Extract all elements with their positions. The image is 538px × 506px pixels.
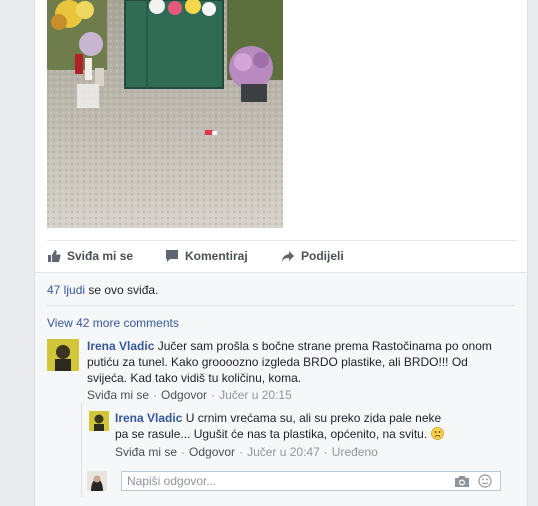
likes-count-link[interactable]: 47 ljudi — [47, 283, 85, 297]
comment-icon — [166, 250, 178, 262]
post-photo[interactable] — [47, 0, 283, 228]
share-button[interactable]: Podijeli — [281, 249, 344, 263]
comments-section: 47 ljudi se ovo sviđa. View 42 more comm… — [35, 272, 527, 506]
meta-separator: · — [153, 388, 158, 402]
comment-author[interactable]: Irena Vladic — [87, 339, 154, 353]
comment-timestamp[interactable]: Jučer u 20:15 — [219, 388, 292, 402]
comment-button[interactable]: Komentiraj — [165, 249, 248, 263]
reply-body: Irena Vladic U crnim vrećama su, ali su … — [115, 410, 445, 442]
comment-meta: Sviđa mi se · Odgovor · Jučer u 20:15 — [87, 388, 292, 402]
like-button[interactable]: Sviđa mi se — [47, 249, 133, 263]
meta-separator: · — [181, 445, 186, 459]
meta-separator: · — [211, 388, 216, 402]
avatar[interactable] — [87, 471, 107, 491]
reply-author[interactable]: Irena Vladic — [115, 411, 182, 425]
avatar-image — [89, 411, 109, 431]
avatar-image — [47, 339, 79, 371]
comment-label: Komentiraj — [185, 249, 248, 263]
comment-body: Irena Vladic Jučer sam prošla s bočne st… — [87, 338, 507, 386]
likes-summary: 47 ljudi se ovo sviđa. — [47, 283, 158, 297]
memorial-photo-image — [47, 0, 283, 228]
sad-face-emoji-icon — [430, 427, 444, 440]
view-more-comments-link[interactable]: View 42 more comments — [47, 316, 179, 330]
avatar[interactable] — [89, 411, 109, 431]
avatar[interactable] — [47, 339, 79, 371]
reply-thread-line — [81, 403, 82, 497]
share-arrow-icon — [282, 251, 294, 262]
current-user-avatar-image — [87, 471, 107, 491]
meta-separator: · — [239, 445, 244, 459]
reply-input-container — [121, 471, 501, 491]
likes-suffix: se ovo sviđa. — [85, 283, 159, 297]
comment-reply-link[interactable]: Odgovor — [161, 388, 207, 402]
post-action-bar: Sviđa mi se Komentiraj Podijeli — [47, 240, 517, 272]
reply-input[interactable] — [122, 472, 442, 490]
camera-icon[interactable] — [454, 474, 470, 488]
edited-link[interactable]: Uređeno — [332, 445, 378, 459]
reply-reply-link[interactable]: Odgovor — [189, 445, 235, 459]
emoji-icon[interactable] — [478, 474, 492, 488]
divider — [47, 305, 515, 306]
like-label: Sviđa mi se — [67, 249, 134, 263]
thumbs-up-icon — [48, 250, 61, 262]
reply-meta: Sviđa mi se · Odgovor · Jučer u 20:47 · … — [115, 445, 378, 459]
meta-separator: · — [323, 445, 328, 459]
comment-like-link[interactable]: Sviđa mi se — [87, 388, 149, 402]
reply-timestamp[interactable]: Jučer u 20:47 — [247, 445, 320, 459]
reply-like-link[interactable]: Sviđa mi se — [115, 445, 177, 459]
post-card: Sviđa mi se Komentiraj Podijeli 47 ljudi… — [34, 0, 528, 506]
share-label: Podijeli — [301, 249, 344, 263]
